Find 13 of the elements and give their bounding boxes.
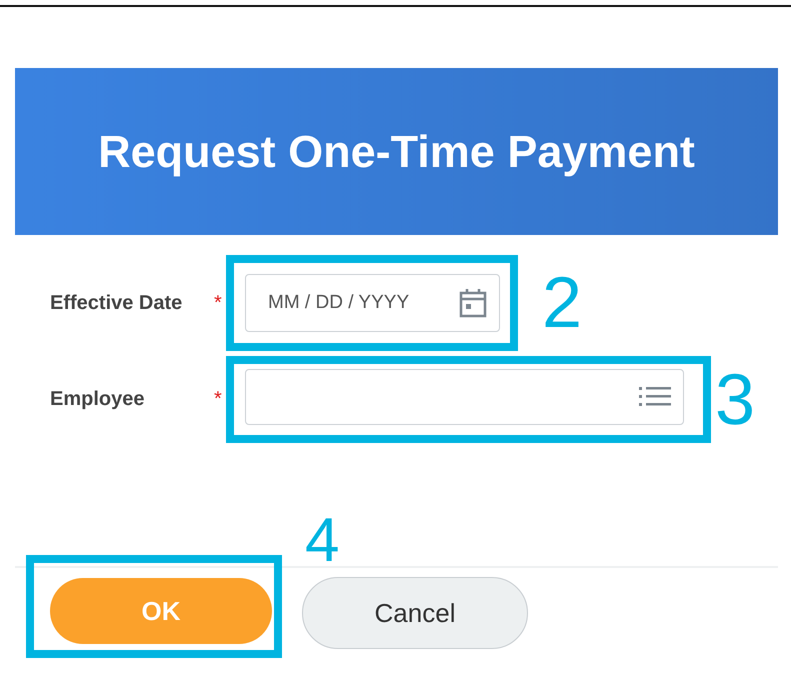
page-title: Request One-Time Payment	[98, 126, 695, 178]
employee-field[interactable]	[245, 369, 684, 425]
callout-number: 3	[715, 364, 756, 436]
required-asterisk: *	[214, 388, 223, 411]
callout-number: 4	[305, 510, 340, 572]
field-label: Effective Date	[50, 292, 182, 314]
field-label: Employee	[50, 388, 144, 411]
calendar-icon[interactable]	[459, 288, 487, 318]
cancel-button[interactable]: Cancel	[302, 577, 528, 649]
callout-number: 2	[542, 267, 582, 339]
required-asterisk: *	[214, 292, 223, 314]
date-field[interactable]: MM / DD / YYYY	[245, 274, 500, 332]
list-icon[interactable]	[639, 386, 671, 408]
